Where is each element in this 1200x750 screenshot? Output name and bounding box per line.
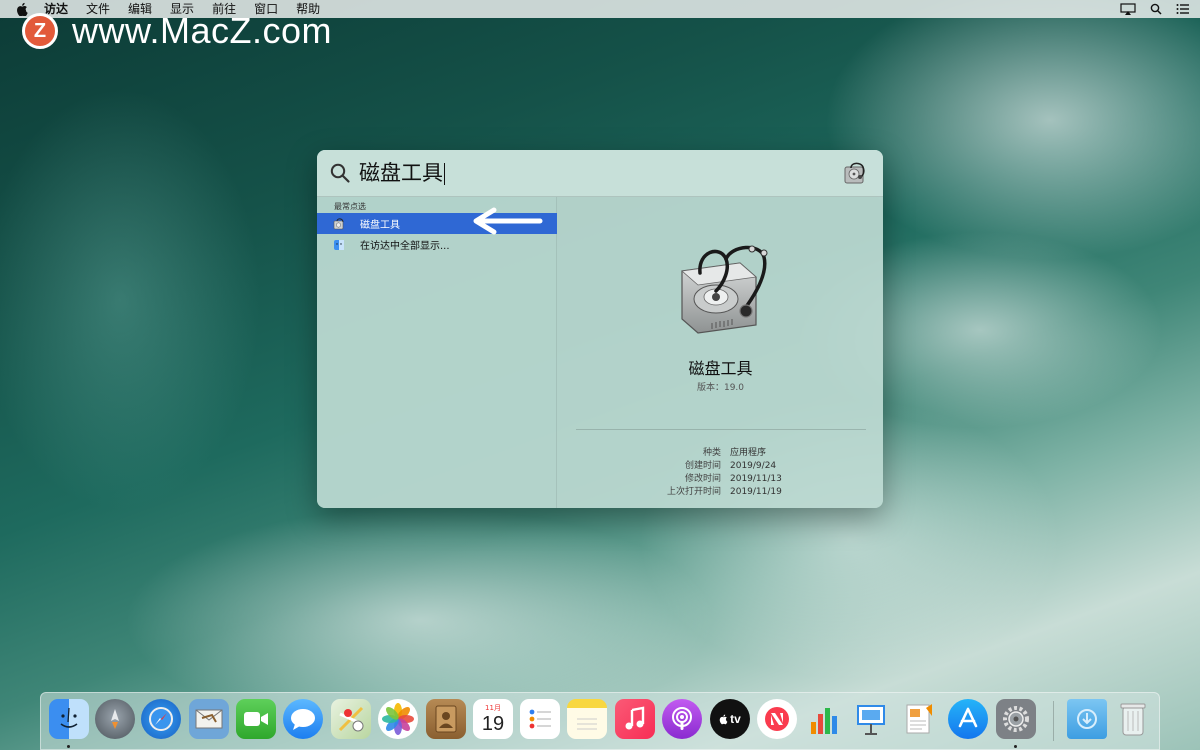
meta-row-kind: 种类 应用程序 bbox=[558, 447, 883, 460]
running-indicator bbox=[67, 745, 70, 748]
control-list-icon[interactable] bbox=[1176, 3, 1190, 15]
meta-value: 2019/11/13 bbox=[730, 474, 782, 484]
result-label: 磁盘工具 bbox=[360, 220, 400, 231]
apple-tv-dock-icon[interactable]: tv bbox=[710, 699, 750, 739]
search-input[interactable]: 磁盘工具 bbox=[359, 160, 445, 186]
finder-icon bbox=[334, 239, 344, 250]
calendar-month: 11月 bbox=[485, 703, 501, 712]
apple-logo-icon bbox=[719, 714, 728, 725]
preview-metadata: 种类 应用程序 创建时间 2019/9/24 修改时间 2019/11/13 上… bbox=[558, 447, 883, 499]
app-store-dock-icon[interactable] bbox=[948, 699, 988, 739]
section-label: 最常点选 bbox=[334, 202, 366, 211]
spotlight-window: 磁盘工具 最常点选 磁盘工具 在访达中全部显示... 磁盘工具 版本：19.0 … bbox=[317, 150, 883, 508]
preview-pane: 磁盘工具 版本：19.0 种类 应用程序 创建时间 2019/9/24 修改时间… bbox=[558, 197, 883, 508]
dock: 11月 19 tv bbox=[40, 692, 1160, 750]
calendar-dock-icon[interactable]: 11月 19 bbox=[473, 699, 513, 739]
meta-row-modified: 修改时间 2019/11/13 bbox=[558, 473, 883, 486]
disk-utility-icon bbox=[333, 217, 344, 229]
facetime-dock-icon[interactable] bbox=[236, 699, 276, 739]
spotlight-search-bar[interactable]: 磁盘工具 bbox=[317, 150, 883, 197]
mail-dock-icon[interactable] bbox=[189, 699, 229, 739]
preview-version: 版本：19.0 bbox=[696, 383, 745, 393]
meta-value: 2019/11/19 bbox=[730, 487, 782, 497]
contacts-dock-icon[interactable] bbox=[426, 699, 466, 739]
finder-dock-icon[interactable] bbox=[49, 699, 89, 739]
macz-logo: Z bbox=[22, 13, 58, 49]
keynote-dock-icon[interactable] bbox=[851, 699, 891, 739]
calendar-day: 19 bbox=[481, 712, 505, 735]
meta-row-last-opened: 上次打开时间 2019/11/19 bbox=[558, 486, 883, 499]
watermark-text: www.MacZ.com bbox=[72, 10, 333, 51]
notes-dock-icon[interactable] bbox=[567, 699, 607, 739]
search-icon bbox=[330, 163, 350, 183]
running-indicator bbox=[1014, 745, 1017, 748]
text-cursor bbox=[444, 163, 445, 185]
system-preferences-dock-icon[interactable] bbox=[996, 699, 1036, 739]
watermark: Z www.MacZ.com bbox=[22, 10, 332, 52]
news-dock-icon[interactable] bbox=[757, 699, 797, 739]
meta-value: 应用程序 bbox=[730, 448, 767, 458]
pages-dock-icon[interactable] bbox=[899, 699, 939, 739]
annotation-arrow-icon bbox=[473, 207, 543, 235]
launchpad-dock-icon[interactable] bbox=[95, 699, 135, 739]
photos-dock-icon[interactable] bbox=[378, 699, 418, 739]
dock-separator bbox=[1053, 701, 1054, 741]
meta-key: 创建时间 bbox=[684, 461, 721, 471]
meta-key: 上次打开时间 bbox=[666, 487, 721, 497]
results-list: 最常点选 磁盘工具 在访达中全部显示... bbox=[317, 197, 557, 508]
airplay-icon[interactable] bbox=[1120, 3, 1136, 15]
preview-app-name: 磁盘工具 bbox=[688, 359, 753, 378]
downloads-folder-icon[interactable] bbox=[1067, 699, 1107, 739]
result-label: 在访达中全部显示... bbox=[360, 241, 450, 252]
podcasts-dock-icon[interactable] bbox=[662, 699, 702, 739]
disk-utility-large-icon bbox=[681, 245, 768, 334]
spotlight-search-icon[interactable] bbox=[1150, 3, 1162, 15]
menubar-status-area bbox=[1120, 0, 1190, 18]
safari-dock-icon[interactable] bbox=[141, 699, 181, 739]
meta-key: 修改时间 bbox=[684, 474, 721, 484]
result-show-all-in-finder[interactable]: 在访达中全部显示... bbox=[317, 234, 557, 255]
meta-row-created: 创建时间 2019/9/24 bbox=[558, 460, 883, 473]
meta-key: 种类 bbox=[702, 448, 721, 458]
trash-icon[interactable] bbox=[1113, 699, 1153, 739]
meta-value: 2019/9/24 bbox=[730, 461, 777, 471]
search-query-text: 磁盘工具 bbox=[359, 161, 443, 185]
messages-dock-icon[interactable] bbox=[283, 699, 323, 739]
disk-utility-thumbnail-icon bbox=[844, 162, 865, 184]
numbers-dock-icon[interactable] bbox=[804, 699, 844, 739]
reminders-dock-icon[interactable] bbox=[520, 699, 560, 739]
preview-divider bbox=[576, 429, 866, 430]
music-dock-icon[interactable] bbox=[615, 699, 655, 739]
maps-dock-icon[interactable] bbox=[331, 699, 371, 739]
tv-label: tv bbox=[730, 712, 741, 726]
